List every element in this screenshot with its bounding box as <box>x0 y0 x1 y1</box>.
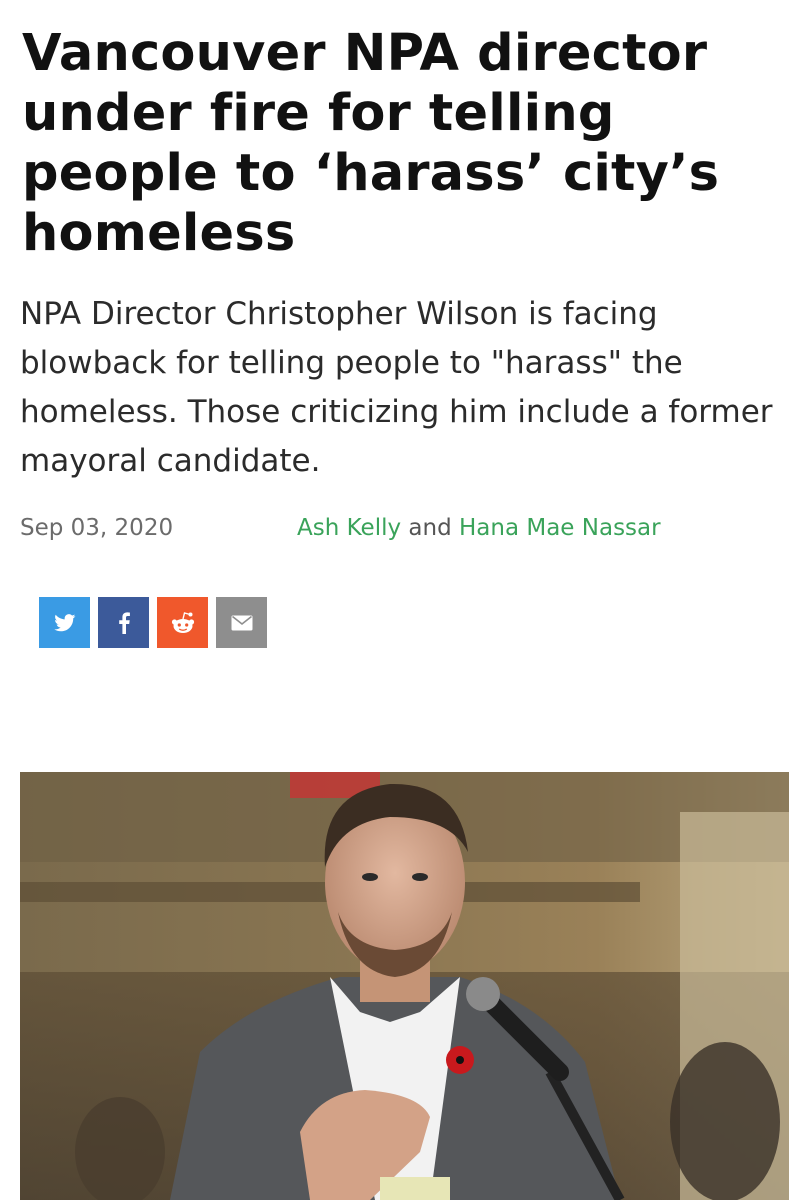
email-share-button[interactable] <box>216 597 267 648</box>
article-dek: NPA Director Christopher Wilson is facin… <box>20 296 773 479</box>
reddit-icon <box>171 611 194 633</box>
facebook-share-button[interactable] <box>98 597 149 648</box>
article-photo-image <box>20 772 789 1200</box>
reddit-share-button[interactable] <box>157 597 208 648</box>
article-photo <box>20 772 789 1200</box>
author-link-ash-kelly[interactable]: Ash Kelly <box>297 515 401 541</box>
twitter-icon <box>53 613 75 631</box>
twitter-share-button[interactable] <box>39 597 90 648</box>
author-link-hana-mae-nassar[interactable]: Hana Mae Nassar <box>459 515 661 541</box>
article-headline: Vancouver NPA director under fire for te… <box>22 24 720 263</box>
share-bar <box>39 597 267 648</box>
publish-date: Sep 03, 2020 <box>20 515 174 541</box>
facebook-icon <box>118 611 130 634</box>
email-icon <box>231 615 252 630</box>
byline-joiner: and <box>408 515 452 541</box>
byline: Ash Kelly and Hana Mae Nassar <box>297 508 661 548</box>
